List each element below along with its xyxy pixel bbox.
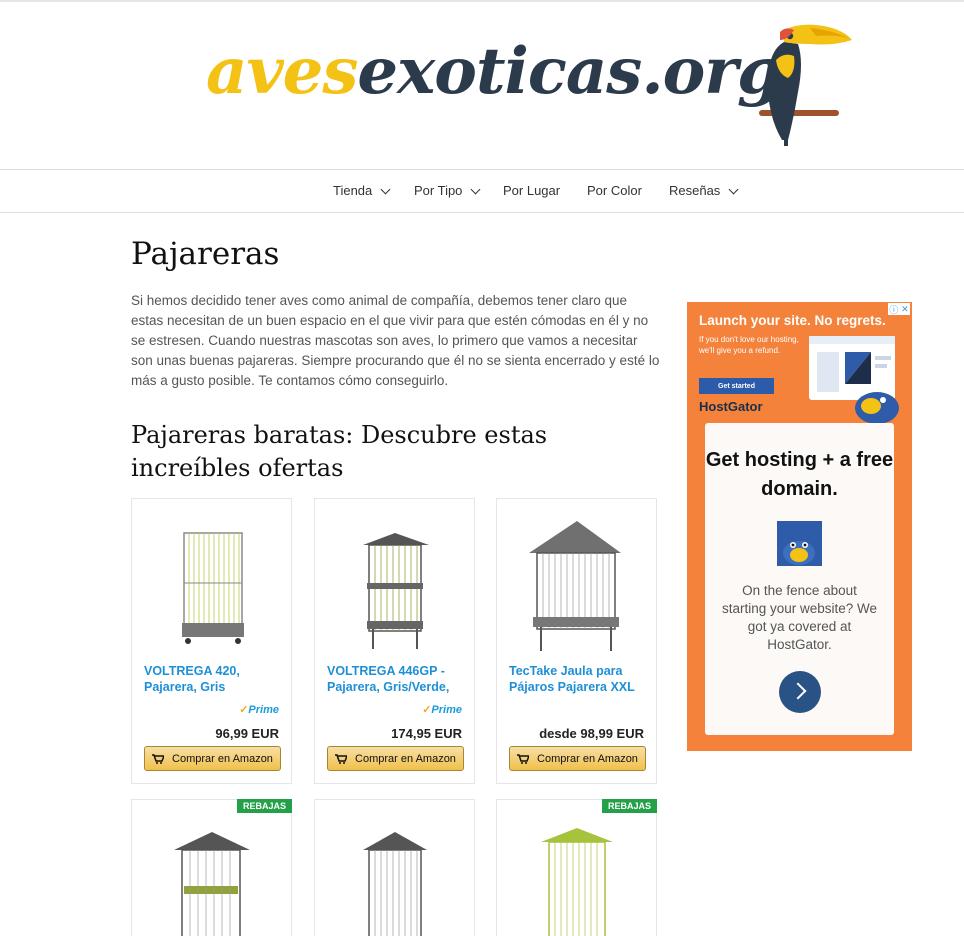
nav-item-tienda[interactable]: Tienda: [333, 183, 391, 198]
product-card[interactable]: REBAJAS: [131, 799, 292, 936]
bird-cage-image[interactable]: [315, 513, 474, 658]
nav-item-resenas[interactable]: Reseñas: [669, 183, 739, 198]
product-price: desde 98,99 EUR: [539, 726, 644, 741]
chevron-right-icon[interactable]: [779, 671, 821, 713]
product-card[interactable]: VOLTREGA 446GP - Pajarera, Gris/Verde, ✓…: [314, 498, 475, 784]
product-card[interactable]: VOLTREGA 420, Pajarera, Gris ✓Prime 96,9…: [131, 498, 292, 784]
nav-label: Tienda: [333, 183, 373, 198]
buy-label: Comprar en Amazon: [172, 752, 273, 765]
product-price: 96,99 EUR: [215, 726, 279, 741]
ad-small-text: If you don't love our hosting, we'll giv…: [699, 335, 799, 355]
bird-cage-image[interactable]: [132, 513, 291, 658]
bird-cage-image[interactable]: [497, 828, 656, 936]
ad-box-text: On the fence about starting your website…: [721, 583, 878, 652]
info-icon: ⓘ: [889, 304, 899, 315]
product-card[interactable]: TecTake Jaula para Pájaros Pajarera XXL …: [496, 498, 657, 784]
page-title: Pajareras: [131, 236, 280, 272]
ad-illustration-image: [809, 336, 899, 424]
nav-item-por-color[interactable]: Por Color: [587, 183, 642, 198]
top-border: [0, 0, 964, 2]
section-heading: Pajareras baratas: Descubre estas increí…: [131, 421, 548, 482]
sale-badge: REBAJAS: [236, 799, 292, 813]
get-started-button[interactable]: Get started: [699, 378, 774, 394]
close-icon[interactable]: ✕: [901, 304, 909, 315]
ad-box-title: Get hosting + a free domain.: [705, 449, 894, 500]
chevron-down-icon: [380, 184, 391, 194]
nav-label: Por Tipo: [414, 183, 463, 198]
buy-label: Comprar en Amazon: [537, 752, 638, 765]
ad-brand: HostGator: [699, 399, 763, 414]
ad-choices-icon[interactable]: ⓘ ✕: [888, 303, 910, 315]
buy-on-amazon-button[interactable]: Comprar en Amazon: [144, 746, 281, 771]
cart-icon: [517, 753, 530, 764]
hostgator-ad[interactable]: ⓘ ✕ Launch your site. No regrets. If you …: [687, 302, 912, 751]
prime-badge: ✓Prime: [239, 704, 279, 716]
site-logo[interactable]: avesexoticas.org: [206, 22, 856, 147]
bird-cage-image[interactable]: [315, 828, 474, 936]
nav-item-por-lugar[interactable]: Por Lugar: [503, 183, 560, 198]
product-title[interactable]: VOLTREGA 420, Pajarera, Gris: [144, 663, 284, 695]
bird-cage-image[interactable]: [497, 513, 656, 658]
product-price: 174,95 EUR: [391, 726, 462, 741]
sale-badge: REBAJAS: [601, 799, 657, 813]
nav-label: Por Lugar: [503, 183, 561, 198]
buy-label: Comprar en Amazon: [355, 752, 456, 765]
logo-aves: aves: [206, 34, 358, 109]
chevron-down-icon: [728, 184, 739, 194]
buy-on-amazon-button[interactable]: Comprar en Amazon: [327, 746, 464, 771]
logo-exoticas: exoticas.org: [357, 34, 781, 109]
bird-cage-image[interactable]: [132, 828, 291, 936]
prime-badge: ✓Prime: [422, 704, 462, 716]
toucan-icon: [759, 24, 852, 146]
ad-content-box[interactable]: Get hosting + a free domain. On the fenc…: [705, 423, 894, 735]
product-title[interactable]: TecTake Jaula para Pájaros Pajarera XXL: [509, 663, 649, 695]
intro-paragraph: Si hemos decidido tener aves como animal…: [131, 293, 660, 388]
logo-text: avesexoticas.org: [206, 40, 782, 104]
buy-on-amazon-button[interactable]: Comprar en Amazon: [509, 746, 646, 771]
cart-icon: [335, 753, 348, 764]
main-navigation: Tienda Por Tipo Por Lugar Por Color Rese…: [0, 169, 964, 213]
nav-label: Por Color: [587, 183, 642, 198]
product-card[interactable]: [314, 799, 475, 936]
product-card[interactable]: REBAJAS: [496, 799, 657, 936]
product-title[interactable]: VOLTREGA 446GP - Pajarera, Gris/Verde,: [327, 663, 467, 695]
chevron-down-icon: [470, 184, 481, 194]
gator-mascot-icon: [777, 521, 822, 566]
cart-icon: [152, 753, 165, 764]
nav-label: Reseñas: [669, 183, 721, 198]
nav-item-por-tipo[interactable]: Por Tipo: [414, 183, 481, 198]
ad-headline: Launch your site. No regrets.: [699, 313, 886, 328]
